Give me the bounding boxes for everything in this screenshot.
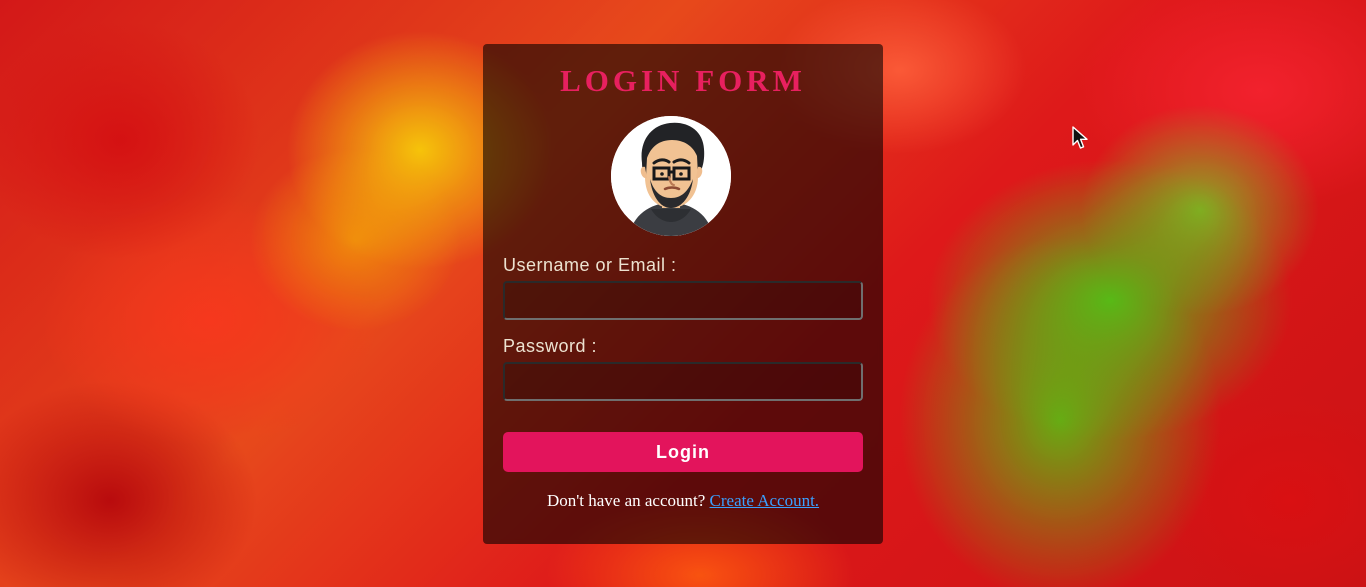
login-card: LOGIN FORM Username or Email : Password … — [483, 44, 883, 544]
username-input[interactable] — [503, 281, 863, 320]
cartoon-man-avatar-icon — [611, 116, 731, 236]
password-input[interactable] — [503, 362, 863, 401]
mouse-pointer-icon — [1072, 126, 1088, 149]
username-label: Username or Email : — [503, 255, 677, 275]
page-title: LOGIN FORM — [560, 63, 806, 98]
signup-prompt: Don't have an account? — [546, 491, 706, 510]
create-account-link[interactable]: Create Account. — [710, 491, 820, 510]
password-label: Password : — [503, 336, 598, 356]
avatar — [611, 116, 731, 236]
signup-row: Don't have an account? Create Account. — [483, 491, 883, 511]
login-button[interactable]: Login — [503, 432, 863, 472]
